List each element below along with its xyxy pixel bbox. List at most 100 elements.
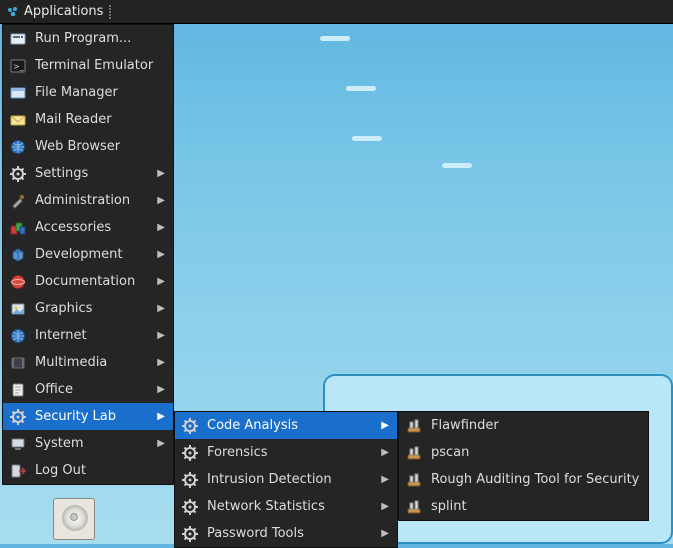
- submenu-arrow-icon: ▶: [155, 249, 165, 260]
- menu-item-label: File Manager: [35, 85, 165, 100]
- svg-text:>_: >_: [13, 62, 25, 71]
- files-icon: [9, 84, 27, 102]
- code-item-pscan[interactable]: pscan: [399, 439, 648, 466]
- graphics-icon: [9, 300, 27, 318]
- gear-icon: [181, 498, 199, 516]
- menu-item-label: Code Analysis: [207, 418, 371, 433]
- menu-item-label: Run Program...: [35, 31, 165, 46]
- submenu-arrow-icon: ▶: [155, 276, 165, 287]
- menu-item-label: Development: [35, 247, 147, 262]
- tool-icon: [405, 417, 423, 435]
- menu-item-label: Graphics: [35, 301, 147, 316]
- menu-item-label: Terminal Emulator: [35, 58, 165, 73]
- gear-icon: [181, 444, 199, 462]
- security-item-password-tools[interactable]: Password Tools ▶: [175, 520, 397, 547]
- submenu-arrow-icon: ▶: [155, 222, 165, 233]
- submenu-arrow-icon: ▶: [155, 438, 165, 449]
- submenu-arrow-icon: ▶: [379, 447, 389, 458]
- gear-icon: [181, 525, 199, 543]
- security-item-forensics[interactable]: Forensics ▶: [175, 439, 397, 466]
- menu-item-administration[interactable]: Administration▶: [3, 187, 173, 214]
- office-icon: [9, 381, 27, 399]
- security-item-network-statistics[interactable]: Network Statistics ▶: [175, 493, 397, 520]
- code-item-flawfinder[interactable]: Flawfinder: [399, 412, 648, 439]
- menu-item-graphics[interactable]: Graphics ▶: [3, 295, 173, 322]
- menu-item-label: System: [35, 436, 147, 451]
- menu-item-label: Administration: [35, 193, 147, 208]
- gear-icon: [9, 165, 27, 183]
- tool-icon: [405, 471, 423, 489]
- menu-item-security-lab[interactable]: Security Lab ▶: [3, 403, 173, 430]
- submenu-arrow-icon: ▶: [155, 330, 165, 341]
- menu-item-system[interactable]: System ▶: [3, 430, 173, 457]
- system-icon: [9, 435, 27, 453]
- code-item-rough-auditing-tool-for-security[interactable]: Rough Auditing Tool for Security: [399, 466, 648, 493]
- gear-icon: [181, 417, 199, 435]
- submenu-arrow-icon: ▶: [155, 357, 165, 368]
- submenu-arrow-icon: ▶: [379, 474, 389, 485]
- menu-item-label: Security Lab: [35, 409, 147, 424]
- applications-menu: Run Program... >_ Terminal Emulator File Ma…: [2, 24, 174, 485]
- submenu-arrow-icon: ▶: [155, 303, 165, 314]
- menu-item-run-program[interactable]: Run Program...: [3, 25, 173, 52]
- menu-item-label: Forensics: [207, 445, 371, 460]
- menu-item-label: Office: [35, 382, 147, 397]
- tool-icon: [405, 498, 423, 516]
- menu-item-web-browser[interactable]: Web Browser: [3, 133, 173, 160]
- submenu-arrow-icon: ▶: [155, 384, 165, 395]
- submenu-arrow-icon: ▶: [379, 528, 389, 539]
- security-lab-submenu: Code Analysis▶Forensics▶Intrusion Detect…: [174, 411, 398, 548]
- menu-item-office[interactable]: Office ▶: [3, 376, 173, 403]
- menu-item-label: Internet: [35, 328, 147, 343]
- menu-item-log-out[interactable]: Log Out: [3, 457, 173, 484]
- submenu-arrow-icon: ▶: [155, 411, 165, 422]
- menu-item-label: Mail Reader: [35, 112, 165, 127]
- menu-item-accessories[interactable]: Accessories ▶: [3, 214, 173, 241]
- menu-item-label: Log Out: [35, 463, 165, 478]
- gear-icon: [9, 408, 27, 426]
- submenu-arrow-icon: ▶: [379, 420, 389, 431]
- menu-item-documentation[interactable]: Documentation ▶: [3, 268, 173, 295]
- menu-item-settings[interactable]: Settings ▶: [3, 160, 173, 187]
- menu-item-label: Network Statistics: [207, 499, 371, 514]
- menu-item-internet[interactable]: Internet ▶: [3, 322, 173, 349]
- menu-item-label: splint: [431, 499, 640, 514]
- submenu-arrow-icon: ▶: [379, 501, 389, 512]
- mail-icon: [9, 111, 27, 129]
- menu-item-label: Settings: [35, 166, 147, 181]
- panel-separator-grip: [109, 5, 111, 19]
- menu-item-mail-reader[interactable]: Mail Reader: [3, 106, 173, 133]
- logout-icon: [9, 462, 27, 480]
- menu-item-label: Web Browser: [35, 139, 165, 154]
- media-icon: [9, 354, 27, 372]
- menu-item-label: Multimedia: [35, 355, 147, 370]
- security-item-code-analysis[interactable]: Code Analysis ▶: [175, 412, 397, 439]
- menu-item-file-manager[interactable]: File Manager: [3, 79, 173, 106]
- menu-item-label: pscan: [431, 445, 640, 460]
- accessories-icon: [9, 219, 27, 237]
- menu-item-label: Accessories: [35, 220, 147, 235]
- terminal-icon: >_: [9, 57, 27, 75]
- xfce-logo-icon: [4, 3, 22, 21]
- menu-item-label: Rough Auditing Tool for Security: [431, 472, 640, 487]
- dev-icon: [9, 246, 27, 264]
- security-item-intrusion-detection[interactable]: Intrusion Detection ▶: [175, 466, 397, 493]
- menu-item-label: Documentation: [35, 274, 147, 289]
- menu-item-label: Intrusion Detection: [207, 472, 371, 487]
- doc-icon: [9, 273, 27, 291]
- run-icon: [9, 30, 27, 48]
- submenu-arrow-icon: ▶: [155, 168, 165, 179]
- menu-item-development[interactable]: Development ▶: [3, 241, 173, 268]
- menu-item-multimedia[interactable]: Multimedia ▶: [3, 349, 173, 376]
- globe-icon: [9, 138, 27, 156]
- tool-icon: [405, 444, 423, 462]
- menu-item-terminal-emulator[interactable]: >_ Terminal Emulator: [3, 52, 173, 79]
- top-panel: Applications: [0, 0, 673, 24]
- menu-item-label: Password Tools: [207, 526, 371, 541]
- internet-icon: [9, 327, 27, 345]
- admin-icon: [9, 192, 27, 210]
- applications-menu-button[interactable]: Applications: [22, 4, 107, 19]
- gear-icon: [181, 471, 199, 489]
- code-item-splint[interactable]: splint: [399, 493, 648, 520]
- desktop-drive-icon[interactable]: [46, 498, 102, 540]
